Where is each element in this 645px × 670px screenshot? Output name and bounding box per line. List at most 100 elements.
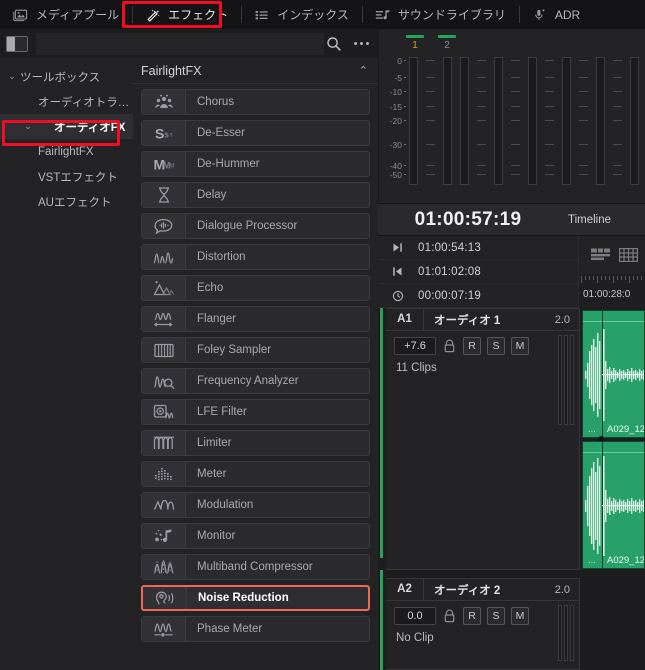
audio-clip-2[interactable]: ... A029_120 xyxy=(582,441,645,569)
fx-item-label: De-Esser xyxy=(197,127,245,139)
tab-effects[interactable]: エフェクト xyxy=(132,0,241,29)
out-point-icon xyxy=(392,266,418,277)
fx-item-noise-reduction[interactable]: Noise Reduction xyxy=(141,585,370,611)
ruler-tick xyxy=(621,276,622,280)
fx-item-limiter[interactable]: Limiter xyxy=(141,430,370,456)
tab-adr[interactable]: ADR xyxy=(518,0,593,29)
tree-item-toolbox[interactable]: ⌄ ツールボックス xyxy=(0,64,133,89)
tab-index-label: インデックス xyxy=(277,8,349,22)
view-mode-buttons xyxy=(578,236,645,274)
meter-tick-column xyxy=(426,57,435,185)
fx-item-de-hummer[interactable]: M M M De-Hummer xyxy=(141,151,370,177)
ruler-tick xyxy=(605,276,606,280)
fx-item-flanger[interactable]: Flanger xyxy=(141,306,370,332)
tree-item-au[interactable]: AUエフェクト xyxy=(0,189,133,214)
fx-item-distortion[interactable]: Distortion xyxy=(141,244,370,270)
fx-item-foley-sampler[interactable]: Foley Sampler xyxy=(141,337,370,363)
track-a1-rsm-buttons: R S M xyxy=(463,337,529,355)
meter-channel-2-label: 2 xyxy=(444,40,450,51)
audio-clip-1[interactable]: ... A029_120 xyxy=(582,310,645,438)
track-a2-record-button[interactable]: R xyxy=(463,607,481,625)
current-timecode[interactable]: 01:00:57:19 xyxy=(378,209,558,231)
track-a1-id: A1 xyxy=(386,309,424,330)
track-a1-solo-button[interactable]: S xyxy=(487,337,505,355)
track-a1-format: 2.0 xyxy=(554,313,570,326)
fx-item-label: LFE Filter xyxy=(197,406,247,418)
fx-item-de-esser[interactable]: Ss s De-Esser xyxy=(141,120,370,146)
clip-1-dots: ... xyxy=(588,424,596,435)
vertical-scrollbar[interactable] xyxy=(379,308,384,670)
search-icon[interactable] xyxy=(326,36,342,52)
track-header-a2[interactable]: A2 オーディオ 2 2.0 0.0 R S M No Clip xyxy=(386,578,580,670)
track-a2-clip-count: No Clip xyxy=(396,632,434,644)
fx-item-label: Chorus xyxy=(197,96,235,108)
fx-item-label: Dialogue Processor xyxy=(197,220,298,232)
echo-mountains-icon xyxy=(142,276,186,300)
clip-waveform xyxy=(585,456,644,556)
meter-tick-column xyxy=(545,57,554,185)
more-options-icon[interactable] xyxy=(348,33,374,55)
meter-bars xyxy=(409,57,645,185)
tree-item-audio-fx[interactable]: ⌄ オーディオFX xyxy=(0,114,133,139)
track-a1-gain[interactable]: +7.6 xyxy=(394,337,436,355)
tree-item-audio-transitions[interactable]: オーディオトラン... xyxy=(0,89,133,114)
track-a2-name[interactable]: オーディオ 2 xyxy=(424,582,555,598)
meter-scale-tick xyxy=(404,91,406,92)
lock-icon[interactable] xyxy=(443,339,456,353)
track-a2-title-row: A2 オーディオ 2 2.0 xyxy=(386,579,579,601)
fx-item-echo[interactable]: Echo xyxy=(141,275,370,301)
track-a2-mute-button[interactable]: M xyxy=(511,607,529,625)
tab-media-pool[interactable]: メディアプール xyxy=(0,0,132,29)
track-a1-mute-button[interactable]: M xyxy=(511,337,529,355)
tree-item-fairlightfx[interactable]: FairlightFX xyxy=(0,139,133,164)
tab-index[interactable]: インデックス xyxy=(241,0,362,29)
tab-sound-library[interactable]: サウンドライブラリ xyxy=(361,0,519,29)
meter-channel-1[interactable]: 1 xyxy=(405,32,425,51)
timeline-view-icon[interactable] xyxy=(591,248,610,262)
ruler-tick xyxy=(589,276,590,280)
fx-item-frequency-analyzer[interactable]: Frequency Analyzer xyxy=(141,368,370,394)
fx-item-modulation[interactable]: Modulation xyxy=(141,492,370,518)
lock-icon[interactable] xyxy=(443,609,456,623)
meter-channel-2[interactable]: 2 xyxy=(437,32,457,51)
tab-adr-label: ADR xyxy=(554,7,581,22)
track-a2-solo-button[interactable]: S xyxy=(487,607,505,625)
ruler-ticks xyxy=(579,276,645,284)
timeline-ruler[interactable]: 01:00:28:0 xyxy=(578,274,645,308)
fx-item-meter[interactable]: Meter xyxy=(141,461,370,487)
tree-item-audio-fx-label: オーディオFX xyxy=(54,121,126,134)
chevron-up-icon[interactable]: ⌃ xyxy=(359,64,368,77)
tree-item-vst[interactable]: VSTエフェクト xyxy=(0,164,133,189)
timecode-duration-row[interactable]: 00:00:07:19 xyxy=(378,284,578,308)
fx-item-chorus[interactable]: Chorus xyxy=(141,89,370,115)
meter-scale-tick xyxy=(404,144,406,145)
fx-item-label: Meter xyxy=(197,468,227,480)
track-a2-gain[interactable]: 0.0 xyxy=(394,607,436,625)
fx-item-dialogue-processor[interactable]: Dialogue Processor xyxy=(141,213,370,239)
track-header-a1[interactable]: A1 オーディオ 1 2.0 +7.6 R S M 11 Clips xyxy=(386,308,580,570)
fx-item-phase-meter[interactable]: Phase Meter xyxy=(141,616,370,642)
fx-item-monitor[interactable]: Monitor xyxy=(141,523,370,549)
track-a1-record-button[interactable]: R xyxy=(463,337,481,355)
timecode-out-value: 01:01:02:08 xyxy=(418,265,481,278)
track-a1-name[interactable]: オーディオ 1 xyxy=(424,312,555,328)
audio-meter-panel: 1 2 0 -5 -10 -15 -20 -30 -40 -50 xyxy=(378,29,645,203)
fx-item-delay[interactable]: Delay xyxy=(141,182,370,208)
sound-library-icon xyxy=(375,9,390,19)
ruler-tick xyxy=(633,276,634,280)
fx-item-multiband-compressor[interactable]: Multiband Compressor xyxy=(141,554,370,580)
fx-item-label: Echo xyxy=(197,282,224,294)
timecode-in-row[interactable]: 01:00:54:13 xyxy=(378,236,578,260)
grid-view-icon[interactable] xyxy=(619,248,638,262)
chorus-icon xyxy=(142,90,186,114)
meter-scale-label: 0 xyxy=(397,56,402,66)
timecode-out-row[interactable]: 01:01:02:08 xyxy=(378,260,578,284)
meter-scale-tick xyxy=(404,120,406,121)
fx-item-lfe-filter[interactable]: LFE Filter xyxy=(141,399,370,425)
search-input[interactable] xyxy=(36,32,324,55)
fairlightfx-header[interactable]: FairlightFX ⌃ xyxy=(133,58,378,84)
meter-tick-column xyxy=(579,57,588,185)
panel-toggle-icon[interactable] xyxy=(6,35,28,52)
meter-tick-column xyxy=(477,57,486,185)
ruler-tick xyxy=(581,276,582,283)
